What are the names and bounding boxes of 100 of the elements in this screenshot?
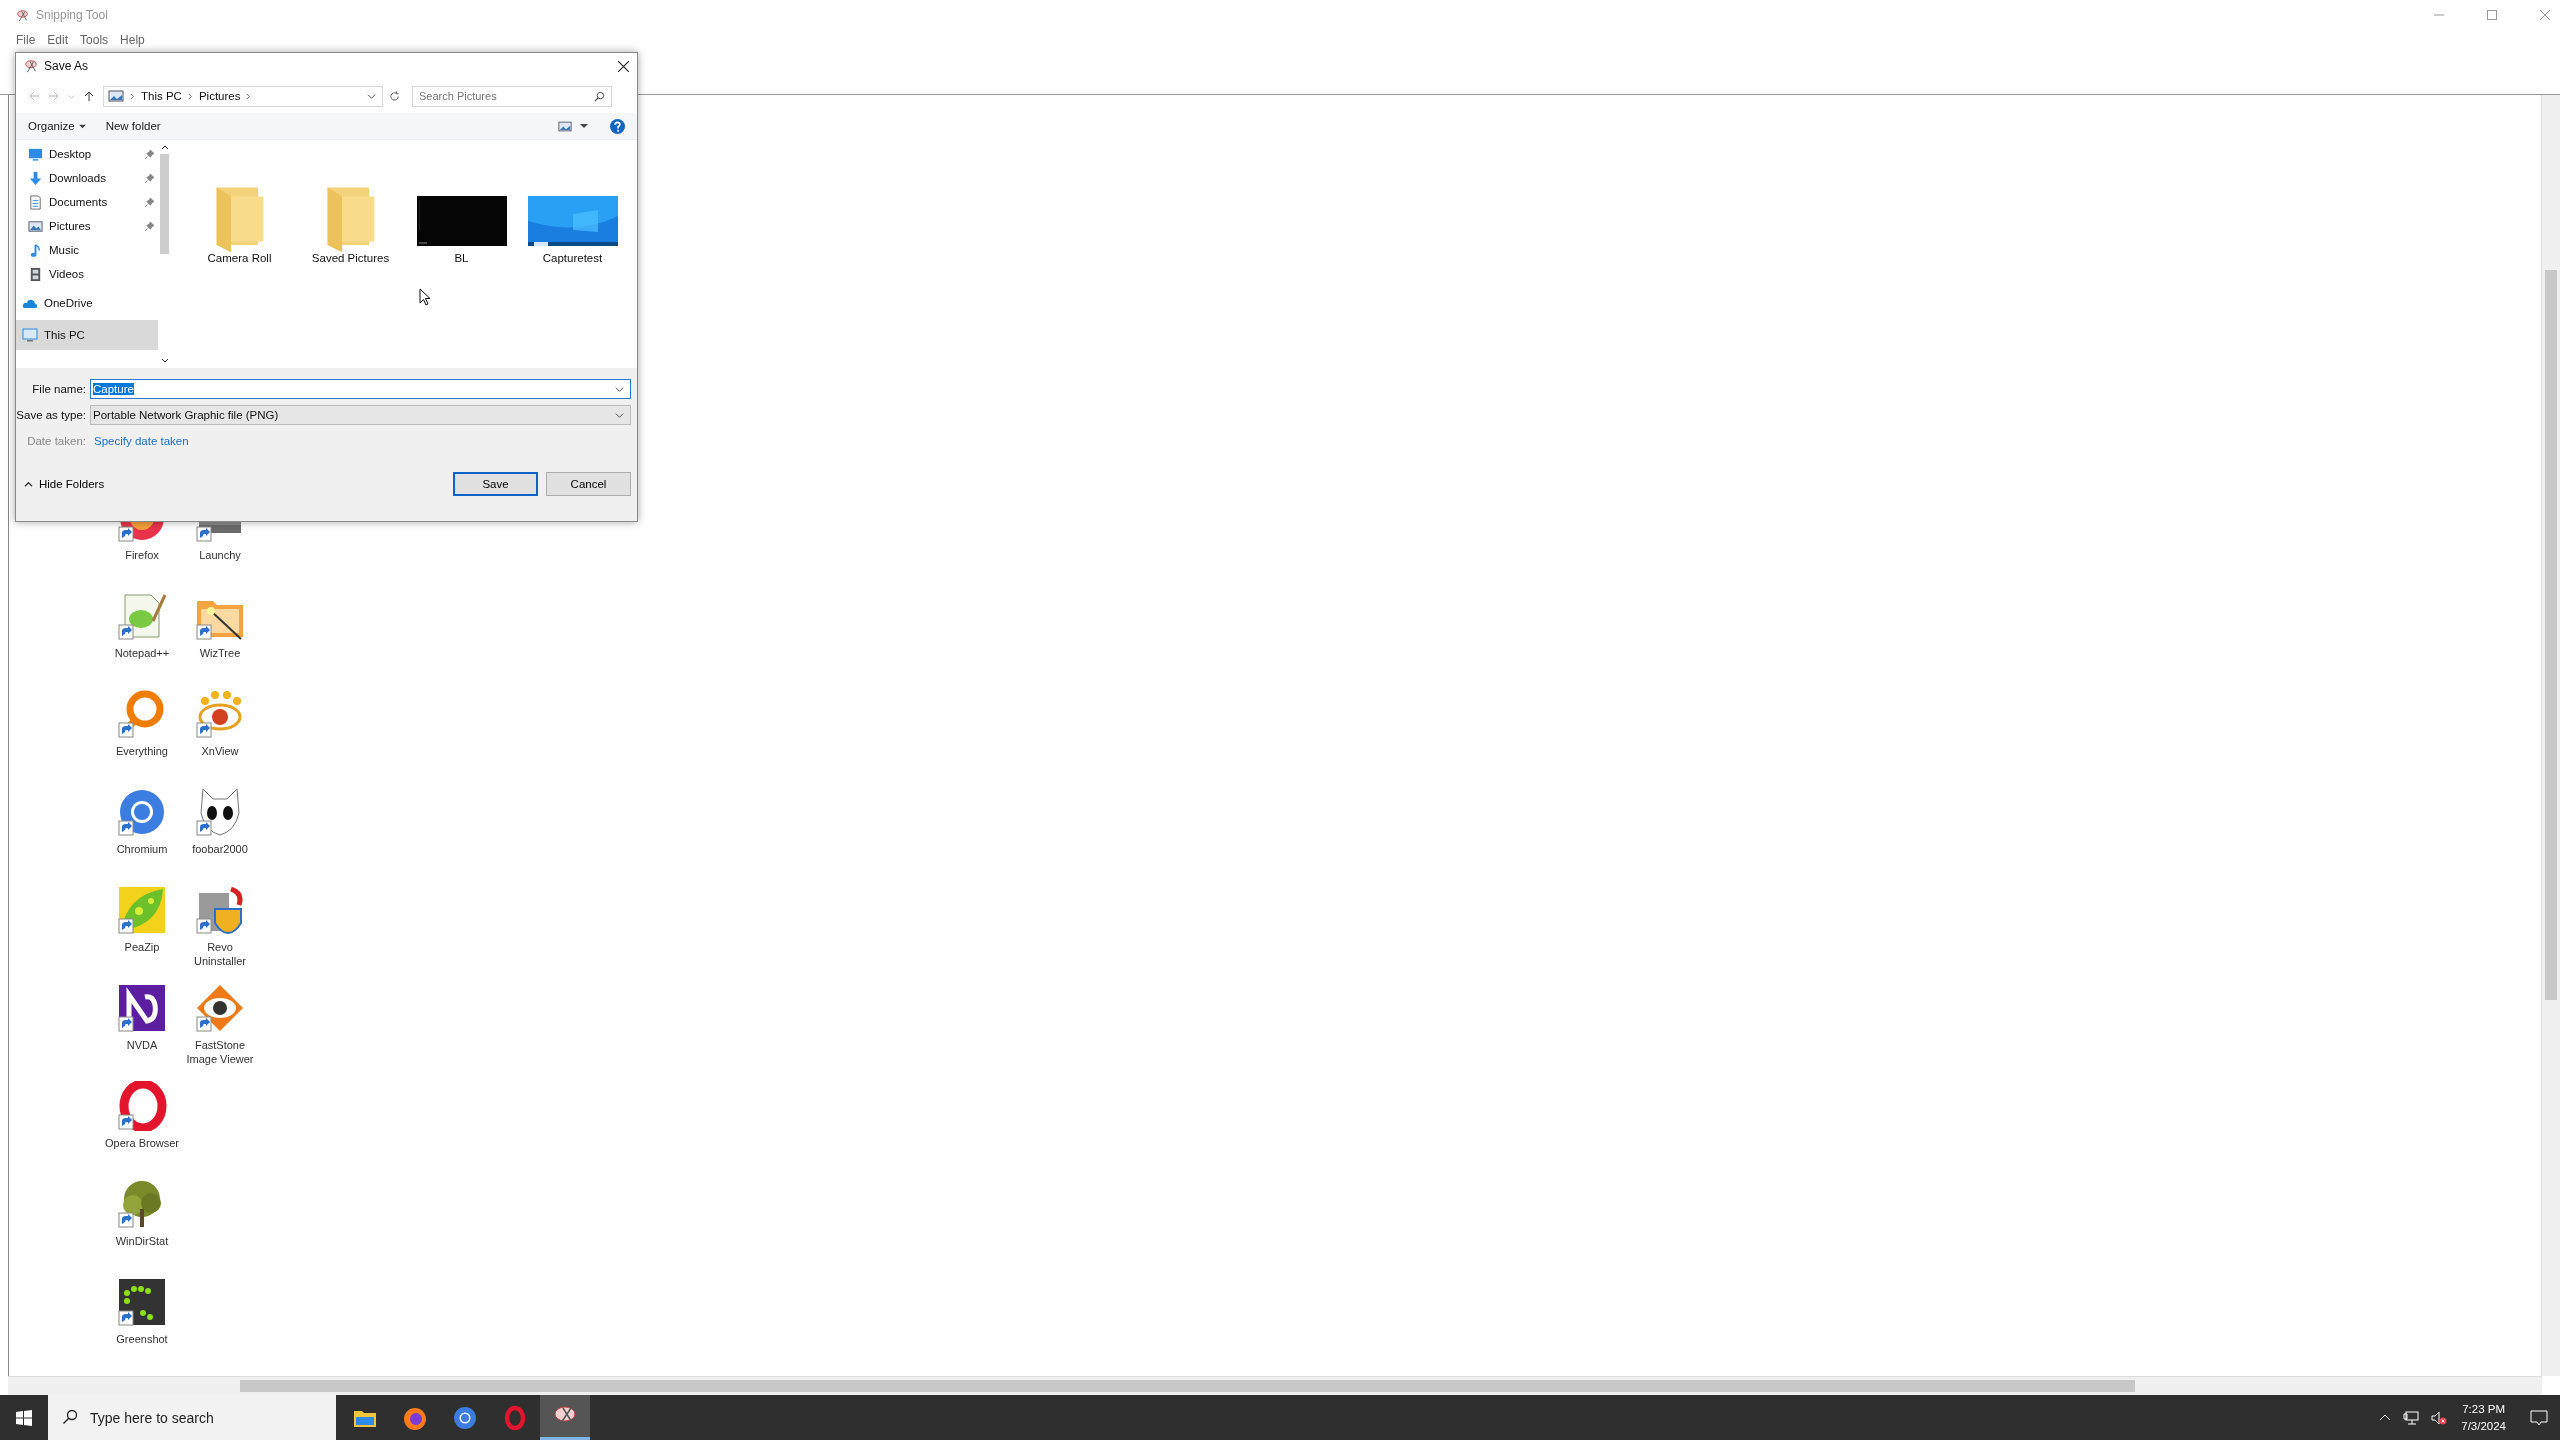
clock-time[interactable]: 7:23 PM xyxy=(2462,1400,2506,1418)
field-label: File name: xyxy=(31,383,86,395)
chevron-right-icon[interactable] xyxy=(246,92,252,100)
folder-item[interactable]: Saved Pictures xyxy=(296,148,405,264)
icon-label: WinDirStat xyxy=(115,1234,169,1248)
box-shield-icon xyxy=(195,885,245,935)
field-label: Date taken: xyxy=(26,435,86,447)
image-item[interactable]: Capturetest xyxy=(518,148,627,264)
scrollbar[interactable] xyxy=(8,1376,2542,1395)
chevron-right-icon[interactable] xyxy=(187,92,193,100)
nav-item[interactable]: OneDrive xyxy=(16,288,158,318)
scissors-icon[interactable] xyxy=(540,1395,590,1440)
notification-icon[interactable] xyxy=(2530,1409,2548,1426)
breadcrumb-item[interactable]: This PC xyxy=(141,90,182,102)
nav-item[interactable]: Downloads xyxy=(16,166,158,190)
download-icon xyxy=(28,170,43,186)
scrollbar-thumb[interactable] xyxy=(240,1380,2135,1392)
nav-label: Documents xyxy=(49,196,109,208)
close-icon[interactable] xyxy=(618,60,629,72)
view-icon[interactable] xyxy=(558,120,572,132)
icon-label: Revo Uninstaller xyxy=(193,940,247,968)
up-arrow-icon[interactable] xyxy=(83,90,95,102)
icon-label: WizTree xyxy=(199,646,241,660)
icon-label: FastStone Image Viewer xyxy=(185,1038,255,1066)
refresh-icon[interactable] xyxy=(389,90,400,102)
chevron-right-icon[interactable] xyxy=(130,92,135,100)
nav-item[interactable]: Pictures xyxy=(16,214,158,238)
chevron-up-icon[interactable] xyxy=(24,480,33,488)
clock-date[interactable]: 7/3/2024 xyxy=(2461,1417,2506,1435)
monitor-icon xyxy=(22,327,38,343)
image-icon xyxy=(108,90,124,102)
square-icon xyxy=(117,983,167,1033)
music-note-icon xyxy=(28,242,43,258)
folder-item[interactable]: Camera Roll xyxy=(185,148,294,264)
file-label: Camera Roll xyxy=(207,252,272,264)
caret-icon[interactable] xyxy=(580,122,588,130)
icon-label: Firefox xyxy=(125,548,159,562)
hide-folders-button[interactable]: Hide Folders xyxy=(22,476,107,492)
window-title: Snipping Tool xyxy=(36,8,108,22)
eye-icon xyxy=(195,983,245,1033)
menu-item[interactable]: Edit xyxy=(47,33,69,47)
icon-label: Chromium xyxy=(116,842,168,856)
nav-item[interactable]: This PC xyxy=(16,320,158,350)
nav-item[interactable]: Videos xyxy=(16,262,158,286)
icon-label: NVDA xyxy=(126,1038,158,1052)
scrollbar[interactable] xyxy=(2541,95,2560,1376)
file-label: BL xyxy=(454,252,469,264)
new-folder-button[interactable]: New folder xyxy=(99,118,167,134)
ring-icon xyxy=(117,1081,167,1131)
icon-label: PeaZip xyxy=(124,940,160,954)
scissors-icon xyxy=(24,59,38,73)
nav-label: OneDrive xyxy=(44,297,94,309)
nav-label: Videos xyxy=(49,268,85,280)
caret-icon[interactable] xyxy=(78,122,86,130)
cancel-button[interactable]: Cancel xyxy=(546,472,631,496)
search-field[interactable]: Search Pictures xyxy=(412,85,612,107)
document-icon xyxy=(28,194,43,210)
image-item[interactable]: BL xyxy=(407,148,516,264)
nav-label: Desktop xyxy=(49,148,93,160)
search-icon[interactable] xyxy=(594,90,605,102)
nav-label: Music xyxy=(49,244,81,256)
film-icon xyxy=(28,266,43,282)
nav-label: Downloads xyxy=(49,172,107,184)
network-icon[interactable] xyxy=(2403,1409,2420,1426)
nav-item[interactable]: Desktop xyxy=(16,142,158,166)
search-icon[interactable] xyxy=(62,1409,78,1425)
menu-item[interactable]: Help xyxy=(120,33,145,47)
file-label: Saved Pictures xyxy=(311,252,390,264)
file-label: Capturetest xyxy=(542,252,603,264)
field-label: Save as type: xyxy=(16,409,86,421)
file-type-dropdown[interactable]: Portable Network Graphic file (PNG) xyxy=(90,405,631,425)
icon-label: Launchy xyxy=(199,548,241,562)
scrollbar-thumb[interactable] xyxy=(2545,270,2557,1000)
file-name-field[interactable]: Capture xyxy=(90,379,631,399)
save-button[interactable]: Save xyxy=(453,472,538,496)
icon-label: Opera Browser xyxy=(105,1136,179,1150)
address-bar[interactable]: This PC Pictures xyxy=(103,85,383,107)
icon-label: foobar2000 xyxy=(192,842,248,856)
desktop-icon xyxy=(28,146,43,162)
icon-label: Everything xyxy=(116,744,168,758)
chevron-down-icon[interactable] xyxy=(160,358,169,364)
icon-label: Greenshot xyxy=(116,1332,168,1346)
nav-item[interactable]: Documents xyxy=(16,190,158,214)
image-icon xyxy=(28,218,43,234)
chevron-up-icon[interactable] xyxy=(160,144,169,150)
pointer-icon xyxy=(419,288,431,306)
nav-item[interactable]: Music xyxy=(16,238,158,262)
organize-button[interactable]: Organize xyxy=(22,118,92,134)
windows-icon[interactable] xyxy=(16,1409,32,1426)
icon-label: XnView xyxy=(201,744,239,758)
maximize-icon[interactable] xyxy=(2487,10,2497,20)
menu-item[interactable]: File xyxy=(16,33,36,47)
muted-speaker-icon[interactable] xyxy=(2431,1409,2448,1426)
search-field[interactable]: Type here to search xyxy=(48,1395,336,1440)
notepad-icon xyxy=(117,591,167,641)
date-link[interactable]: Specify date taken xyxy=(94,435,189,447)
help-icon[interactable] xyxy=(610,118,625,134)
breadcrumb-item[interactable]: Pictures xyxy=(198,90,241,102)
menu-item[interactable]: Tools xyxy=(80,33,109,47)
scissors-icon xyxy=(16,8,29,22)
